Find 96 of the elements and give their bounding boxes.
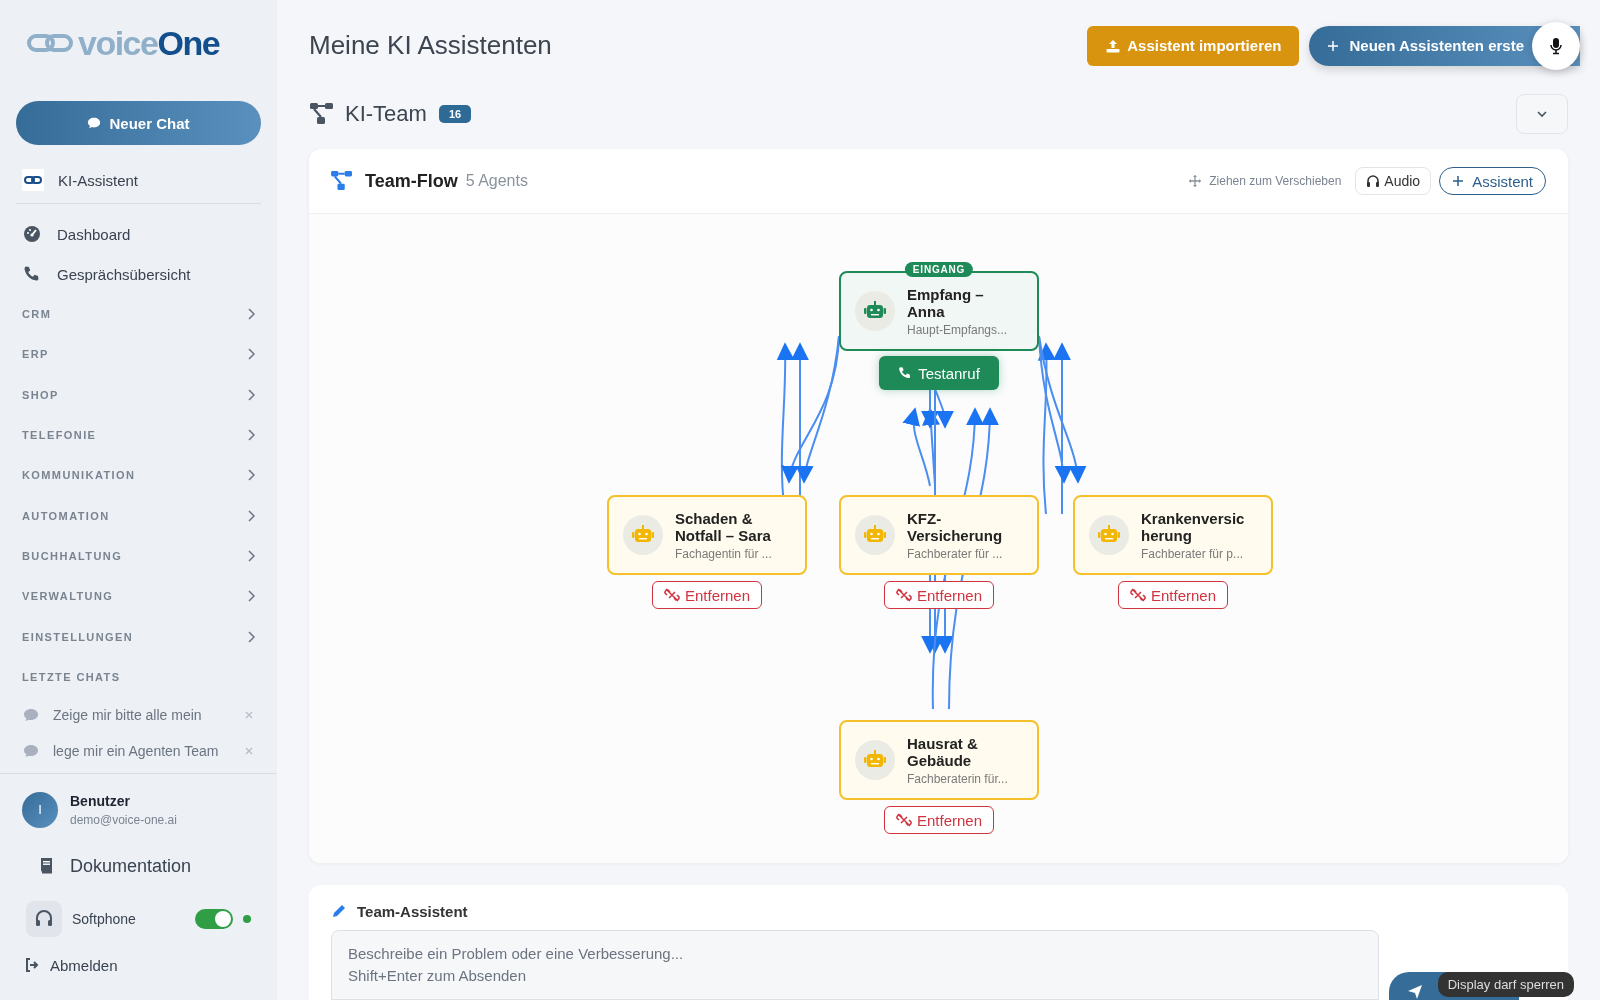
section-header[interactable]: ERP: [22, 348, 49, 361]
broken-link-icon: [663, 587, 680, 604]
agent-description: Fachberater für p...: [1141, 546, 1245, 561]
chevron-right-icon: [247, 549, 255, 562]
new-chat-button[interactable]: Neuer Chat: [16, 101, 261, 145]
entry-badge: EINGANG: [904, 262, 974, 278]
hierarchy-icon: [331, 171, 353, 192]
section-header[interactable]: CRM: [22, 308, 52, 321]
user-avatar: I: [22, 791, 58, 828]
chevron-right-icon: [247, 590, 255, 603]
chevron-right-icon: [247, 348, 255, 361]
chevron-right-icon: [247, 308, 255, 321]
robot-icon: [1089, 515, 1129, 556]
agent-node[interactable]: Krankenversic herung Fachberater für p...: [1073, 495, 1273, 576]
pencil-icon: [331, 903, 347, 920]
panel-title: Team-Assistent: [357, 903, 468, 920]
phone-icon: [23, 265, 41, 283]
section-header[interactable]: BUCHHALTUNG: [22, 549, 123, 562]
team-title: KI-Team: [345, 101, 427, 128]
section-title: LETZTE CHATS: [22, 670, 121, 683]
agent-name: Krankenversic herung: [1141, 509, 1246, 544]
agent-name: KFZ-Versicherung: [907, 509, 1004, 544]
nav-item[interactable]: Gesprächsübersicht: [57, 265, 191, 283]
robot-icon: [855, 515, 895, 556]
agent-node[interactable]: Schaden & Notfall – Sara Fachagentin für ...: [607, 495, 807, 576]
chevron-right-icon: [247, 469, 255, 482]
gauge-icon: [23, 225, 41, 243]
chevron-right-icon: [247, 388, 255, 401]
microphone-button[interactable]: [1532, 21, 1580, 70]
logo-text: voiceOne: [78, 23, 220, 63]
section-header[interactable]: SHOP: [22, 388, 59, 401]
agent-description: Haupt-Empfangs...: [907, 322, 1009, 337]
phone-icon: [898, 366, 913, 381]
section-header[interactable]: AUTOMATION: [22, 509, 110, 522]
assistant-link[interactable]: KI-Assistent: [58, 171, 139, 189]
section-header[interactable]: TELEFONIE: [22, 429, 97, 442]
chat-bubble-icon: [23, 706, 39, 723]
flow-title: Team-Flow: [365, 170, 458, 192]
section-header[interactable]: EINSTELLUNGEN: [22, 630, 134, 643]
plus-icon: [1327, 39, 1340, 52]
user-name: Benutzer: [70, 792, 131, 809]
remove-button[interactable]: Entfernen: [884, 806, 994, 835]
documentation-link[interactable]: Dokumentation: [70, 855, 192, 877]
move-icon: [1189, 175, 1202, 188]
broken-link-icon: [1129, 587, 1146, 604]
agent-description: Fachberater für ...: [907, 546, 1004, 561]
remove-button[interactable]: Entfernen: [1118, 581, 1228, 610]
microphone-icon: [1547, 36, 1565, 55]
agent-node[interactable]: Hausrat & Gebäude Fachberaterin für...: [839, 720, 1039, 801]
robot-icon: [855, 740, 895, 781]
agent-node[interactable]: KFZ-Versicherung Fachberater für ...: [839, 495, 1039, 576]
chat-bubble-icon: [23, 742, 39, 759]
message-input[interactable]: Beschreibe ein Problem oder eine Verbesserung... Shift+Enter zum Absenden: [331, 930, 1379, 1000]
softphone-toggle[interactable]: [195, 908, 233, 929]
recent-chat[interactable]: Zeige mir bitte alle mein: [53, 706, 230, 723]
send-icon: [1407, 984, 1423, 1000]
recent-chat[interactable]: lege mir ein Agenten Team: [53, 742, 230, 759]
upload-icon: [1105, 37, 1122, 54]
remove-button[interactable]: Entfernen: [652, 581, 762, 610]
plus-icon: [1452, 175, 1465, 188]
section-header[interactable]: VERWALTUNG: [22, 590, 114, 603]
section-header[interactable]: KOMMUNIKATION: [22, 469, 136, 482]
chevron-right-icon: [247, 429, 255, 442]
page-title: Meine KI Assistenten: [309, 30, 552, 62]
add-assistant-button[interactable]: Assistent: [1439, 167, 1546, 196]
robot-icon: [623, 515, 663, 556]
agent-description: Fachberaterin für...: [907, 771, 1009, 786]
agent-description: Fachagentin für ...: [675, 546, 773, 561]
audio-button[interactable]: Audio: [1355, 167, 1432, 196]
import-button[interactable]: Assistent importieren: [1087, 25, 1300, 66]
softphone-label: Softphone: [72, 910, 137, 927]
agent-count: 5 Agents: [465, 172, 528, 191]
chat-bubble-icon: [87, 116, 102, 130]
logo-icon: [26, 31, 74, 55]
status-dot: [243, 914, 251, 923]
count-badge: 16: [438, 105, 472, 124]
toast: Display darf sperren: [1437, 972, 1574, 997]
remove-button[interactable]: Entfernen: [884, 581, 994, 610]
link-icon: [22, 169, 44, 191]
logout-link[interactable]: Abmelden: [50, 956, 118, 974]
hierarchy-icon: [309, 103, 335, 126]
nav-item[interactable]: Dashboard: [57, 225, 131, 243]
test-call-button[interactable]: Testanruf: [879, 356, 999, 391]
agent-name: Hausrat & Gebäude: [907, 734, 979, 769]
agent-name: Schaden & Notfall – Sara: [675, 509, 772, 544]
robot-icon: [855, 291, 895, 332]
headset-icon: [26, 900, 62, 937]
drag-hint: Ziehen zum Verschieben: [1209, 174, 1342, 189]
headphones-icon: [1366, 174, 1381, 189]
broken-link-icon: [895, 587, 912, 604]
chevron-right-icon: [247, 630, 255, 643]
logout-icon: [24, 957, 40, 974]
broken-link-icon: [895, 812, 912, 829]
chevron-right-icon: [247, 509, 255, 522]
agent-name: Empfang – Anna: [907, 285, 985, 320]
user-email: demo@voice-one.ai: [70, 812, 177, 827]
